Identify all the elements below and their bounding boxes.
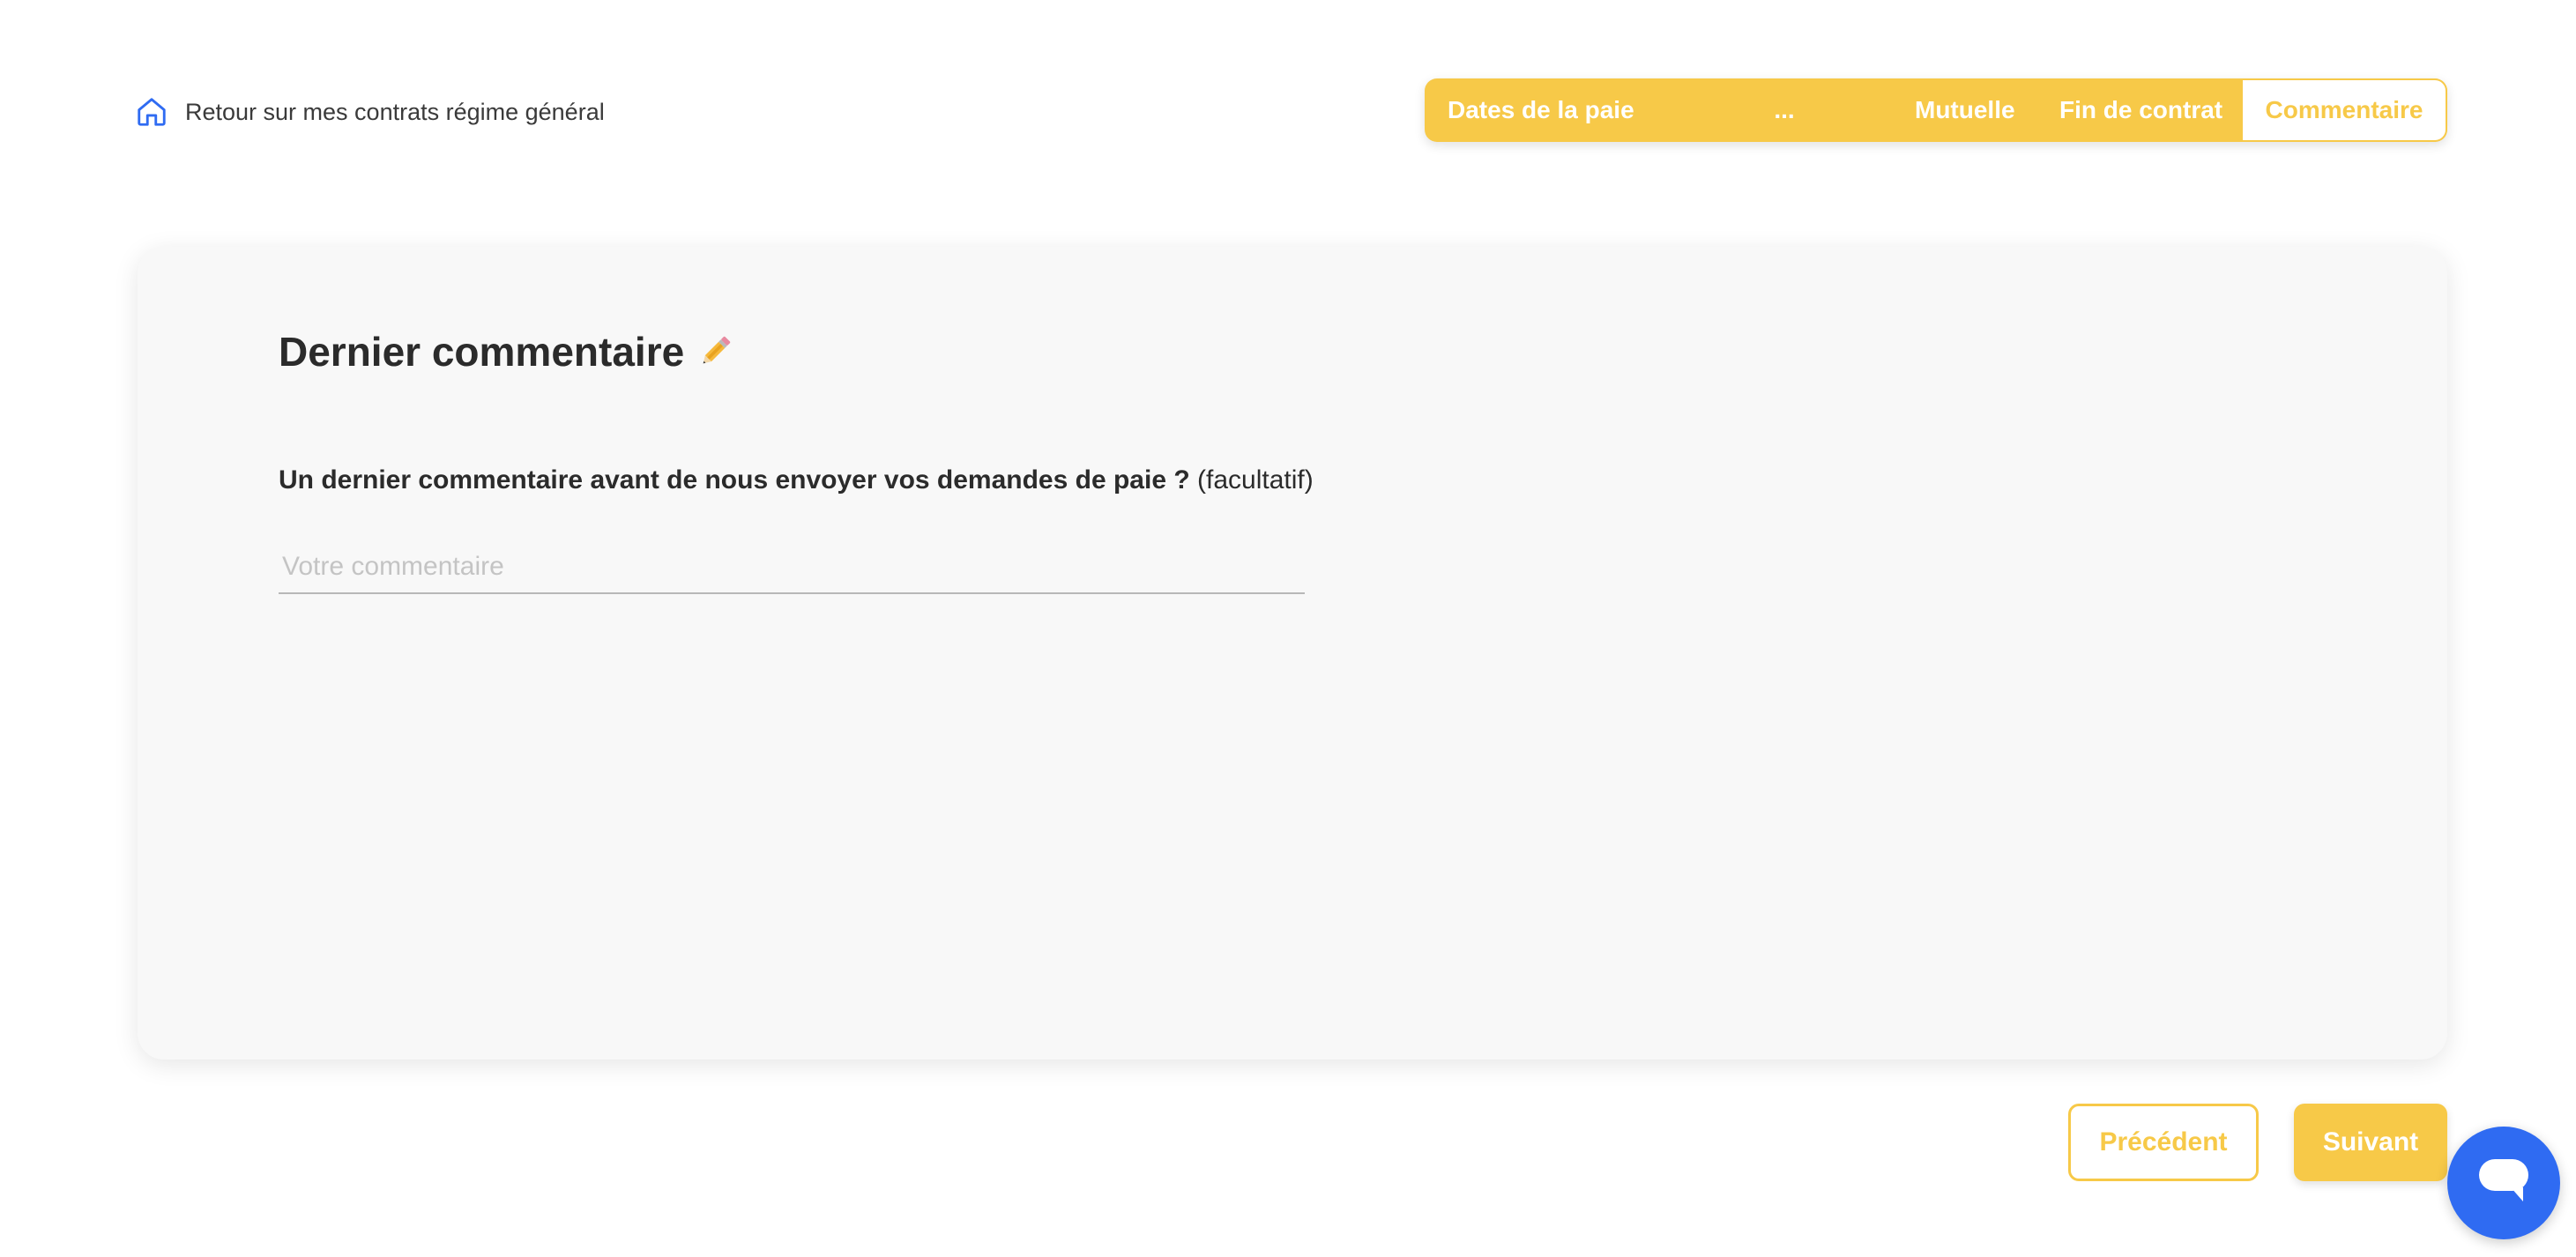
previous-button[interactable]: Précédent	[2068, 1104, 2259, 1181]
comment-card: Dernier commentaire Un dernier commentai…	[138, 247, 2447, 1060]
pencil-icon	[693, 330, 737, 374]
home-icon	[134, 94, 169, 130]
step-fin-de-contrat[interactable]: Fin de contrat	[2059, 78, 2222, 142]
step-mutuelle[interactable]: Mutuelle	[1915, 78, 2015, 142]
card-title-row: Dernier commentaire	[279, 328, 737, 376]
chat-bubble-icon	[2475, 1156, 2532, 1211]
question-optional-tag: (facultatif)	[1197, 465, 1314, 495]
progress-stepper: Dates de la paie ... Mutuelle Fin de con…	[1425, 78, 2447, 142]
card-title: Dernier commentaire	[279, 329, 685, 375]
step-ellipsis[interactable]: ...	[1760, 78, 1809, 142]
step-dates-de-la-paie[interactable]: Dates de la paie	[1448, 78, 1634, 142]
back-to-contracts-link[interactable]: Retour sur mes contrats régime général	[134, 88, 605, 136]
question-text: Un dernier commentaire avant de nous env…	[279, 465, 1190, 495]
chat-launcher-button[interactable]	[2447, 1127, 2560, 1239]
step-commentaire[interactable]: Commentaire	[2241, 78, 2447, 142]
page: Retour sur mes contrats régime général D…	[0, 0, 2576, 1257]
next-button[interactable]: Suivant	[2294, 1104, 2447, 1181]
comment-question: Un dernier commentaire avant de nous env…	[279, 465, 1314, 495]
back-link-label: Retour sur mes contrats régime général	[185, 98, 605, 125]
comment-input[interactable]	[279, 541, 1305, 594]
